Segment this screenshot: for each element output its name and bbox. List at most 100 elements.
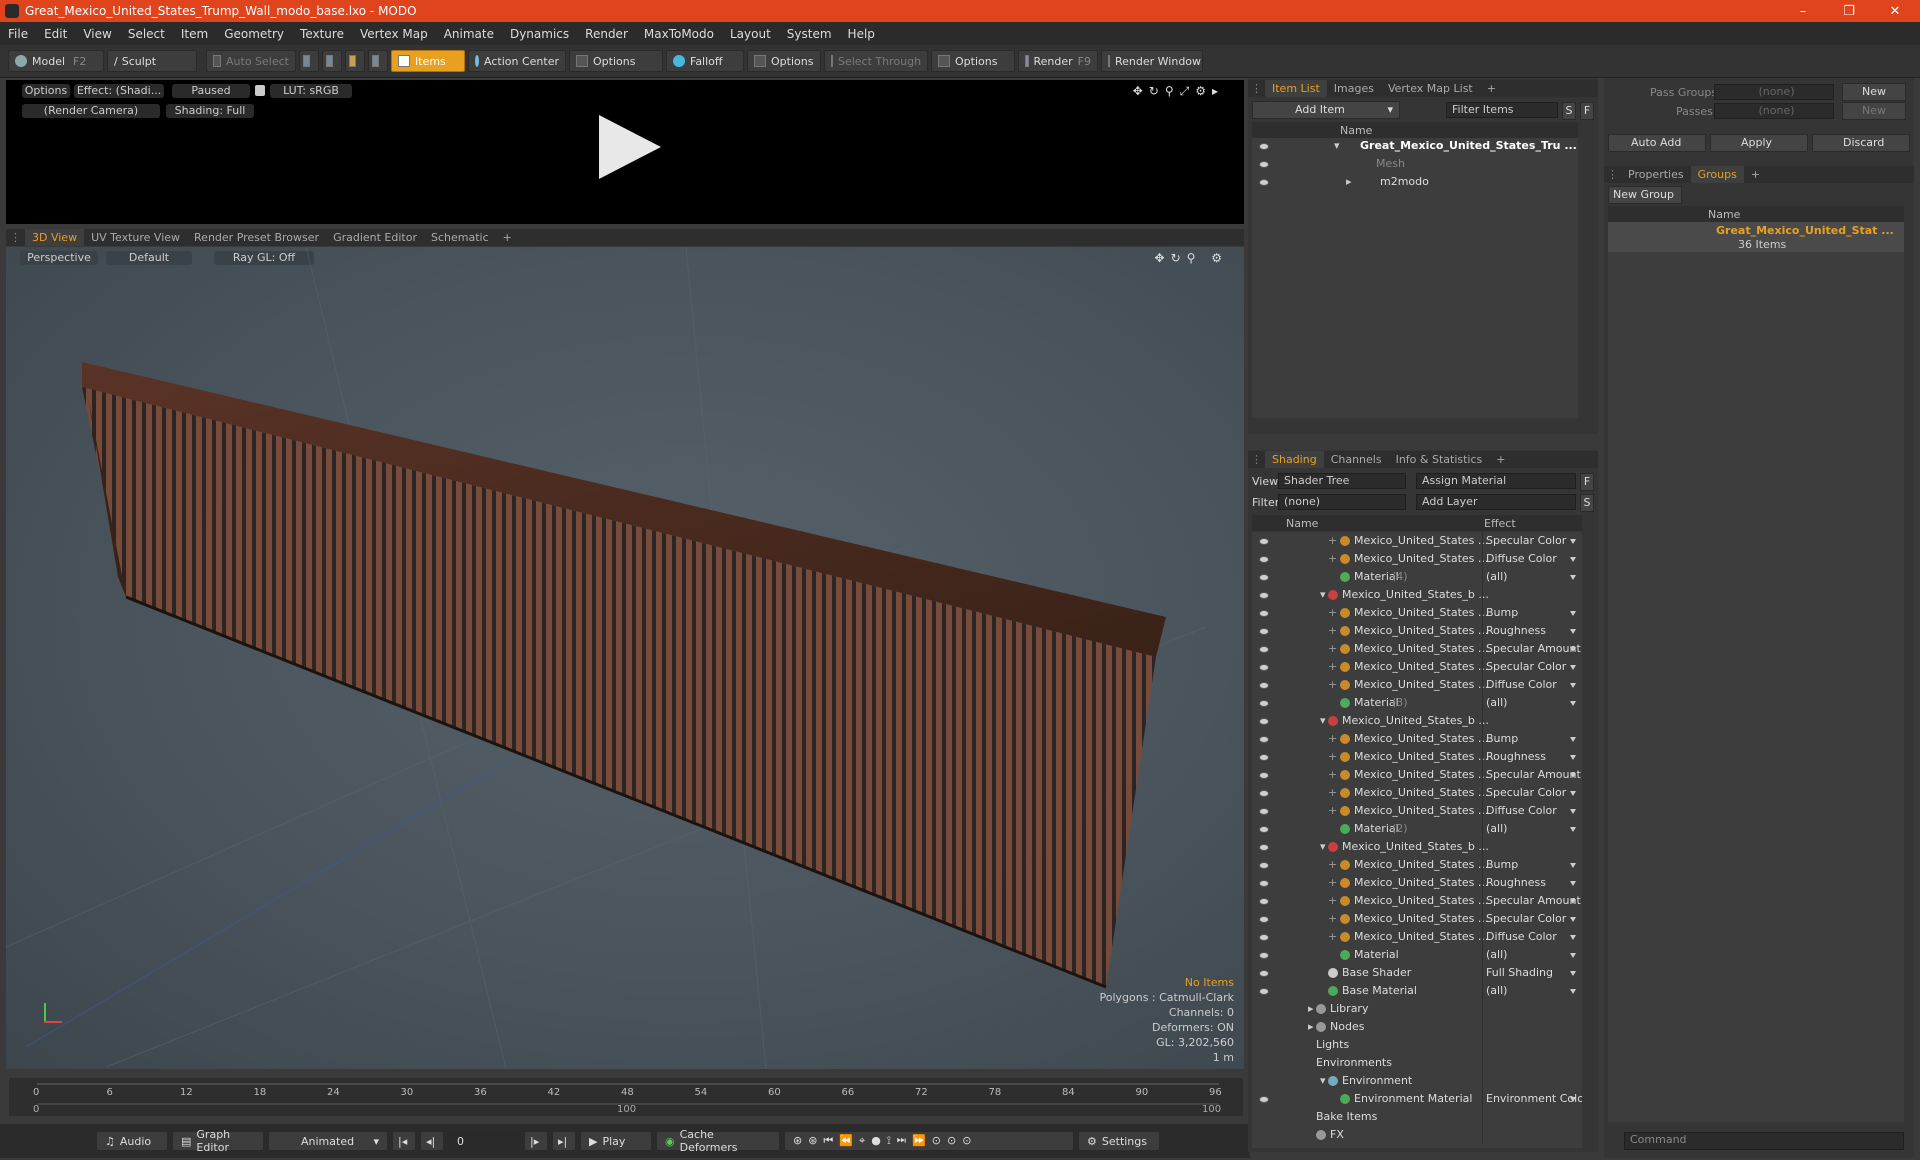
eye-icon[interactable] <box>1259 916 1269 923</box>
graph-editor-button[interactable]: ▤ Graph Editor <box>172 1128 264 1154</box>
item-mesh[interactable]: Mesh <box>1376 157 1405 170</box>
menu-render[interactable]: Render <box>577 27 636 41</box>
preview-paused-button[interactable]: Paused <box>172 84 250 98</box>
settings-button[interactable]: ⚙ Settings <box>1078 1131 1160 1151</box>
menu-dynamics[interactable]: Dynamics <box>502 27 577 41</box>
shader-tree-row[interactable]: Lights <box>1252 1036 1582 1054</box>
menu-help[interactable]: Help <box>840 27 883 41</box>
shader-tree-row[interactable]: + Mexico_United_States ... Specular Amount <box>1252 892 1582 910</box>
render-button[interactable]: Render F9 <box>1018 50 1098 72</box>
cache-deformers-button[interactable]: ◉ Cache Deformers <box>656 1128 780 1154</box>
new-group-button[interactable]: New Group <box>1608 186 1682 204</box>
menu-system[interactable]: System <box>779 27 840 41</box>
groups-list[interactable]: Great_Mexico_United_Stat ... 36 Items <box>1608 222 1904 1122</box>
shader-tree-row[interactable]: Material (all) <box>1252 946 1582 964</box>
play-icon[interactable] <box>599 115 661 179</box>
eye-icon[interactable] <box>1259 179 1269 186</box>
eye-icon[interactable] <box>1259 844 1269 851</box>
eye-icon[interactable] <box>1259 628 1269 635</box>
shader-tree-row[interactable]: Material (4) (all) <box>1252 568 1582 586</box>
chevron-down-icon[interactable] <box>1570 971 1576 976</box>
tab-vertex-map-list[interactable]: Vertex Map List <box>1381 80 1480 97</box>
chevron-down-icon[interactable] <box>1570 701 1576 706</box>
preview-camera-dropdown[interactable]: (Render Camera) <box>22 104 160 118</box>
expand-plus-icon[interactable]: + <box>1328 930 1337 943</box>
shader-tree-row[interactable]: + Mexico_United_States ... Roughness <box>1252 748 1582 766</box>
tab-uv-texture-view[interactable]: UV Texture View <box>84 229 187 246</box>
expand-arrow-icon[interactable]: ▸ <box>1308 1002 1314 1015</box>
chevron-down-icon[interactable] <box>1570 953 1576 958</box>
shader-item-effect[interactable]: Specular Color <box>1486 534 1566 547</box>
shader-tree-row[interactable]: Material (3) (all) <box>1252 694 1582 712</box>
chevron-down-icon[interactable] <box>1570 575 1576 580</box>
last-frame-button[interactable]: ▸| <box>552 1131 576 1151</box>
filter-dropdown[interactable]: (none) <box>1278 494 1406 510</box>
eye-icon[interactable] <box>1259 610 1269 617</box>
add-tab-button[interactable]: + <box>496 229 519 246</box>
eye-icon[interactable] <box>1259 862 1269 869</box>
shader-item-effect[interactable]: Roughness <box>1486 876 1546 889</box>
eye-icon[interactable] <box>1259 934 1269 941</box>
expand-plus-icon[interactable]: + <box>1328 876 1337 889</box>
shader-tree-row[interactable]: + Mexico_United_States ... Diffuse Color <box>1252 550 1582 568</box>
eye-icon[interactable] <box>1259 970 1269 977</box>
preview-effect-dropdown[interactable]: Effect: (Shadi... <box>74 84 164 98</box>
shader-tree-row[interactable]: + Mexico_United_States ... Diffuse Color <box>1252 802 1582 820</box>
shader-tree-row[interactable]: FX <box>1252 1126 1582 1144</box>
expand-arrow-icon[interactable]: ▾ <box>1320 840 1326 853</box>
eye-icon[interactable] <box>1259 808 1269 815</box>
chevron-down-icon[interactable] <box>1570 611 1576 616</box>
expand-plus-icon[interactable]: + <box>1328 750 1337 763</box>
shader-tree-row[interactable]: Material (2) (all) <box>1252 820 1582 838</box>
command-input[interactable]: Command <box>1624 1132 1904 1150</box>
shader-tree-row[interactable]: + Mexico_United_States ... Specular Amount <box>1252 640 1582 658</box>
shader-item-effect[interactable]: Roughness <box>1486 624 1546 637</box>
shader-tree-row[interactable]: ▾ Mexico_United_States_b ... <box>1252 586 1582 604</box>
eye-icon[interactable] <box>1259 826 1269 833</box>
shader-tree-row[interactable]: Environments <box>1252 1054 1582 1072</box>
new-pass-button[interactable]: New <box>1842 102 1906 120</box>
falloff-button[interactable]: Falloff <box>666 50 744 72</box>
tab-groups[interactable]: Groups <box>1690 166 1744 183</box>
shader-tree-row[interactable]: Base Material (all) <box>1252 982 1582 1000</box>
apply-button[interactable]: Apply <box>1710 134 1808 152</box>
expand-plus-icon[interactable]: + <box>1328 642 1337 655</box>
sculpt-mode-button[interactable]: / Sculpt <box>107 50 197 72</box>
shader-item-effect[interactable]: (all) <box>1486 984 1507 997</box>
eye-icon[interactable] <box>1259 646 1269 653</box>
eye-icon[interactable] <box>1259 880 1269 887</box>
group-name[interactable]: Great_Mexico_United_Stat ... <box>1716 224 1894 237</box>
expand-plus-icon[interactable]: + <box>1328 678 1337 691</box>
eye-icon[interactable] <box>1259 538 1269 545</box>
shader-tree[interactable]: + Mexico_United_States ... Specular Color +… <box>1252 532 1582 1148</box>
chevron-down-icon[interactable] <box>1570 683 1576 688</box>
shader-item-effect[interactable]: Diffuse Color <box>1486 552 1557 565</box>
discard-button[interactable]: Discard <box>1812 134 1910 152</box>
shader-item-effect[interactable]: Roughness <box>1486 750 1546 763</box>
timeline[interactable]: 0 6 12 18 24 30 36 42 48 54 60 66 72 78 84 90 96 0 100 1… <box>9 1078 1243 1116</box>
chevron-down-icon[interactable] <box>1570 773 1576 778</box>
expand-plus-icon[interactable]: + <box>1328 534 1337 547</box>
preview-lut-dropdown[interactable]: LUT: sRGB <box>270 84 352 98</box>
shading-f-button[interactable]: F <box>1580 473 1594 491</box>
tab-images[interactable]: Images <box>1327 80 1381 97</box>
shader-tree-row[interactable]: ▾ Mexico_United_States_b ... <box>1252 712 1582 730</box>
shading-s-button[interactable]: S <box>1580 494 1594 512</box>
expand-plus-icon[interactable]: + <box>1328 912 1337 925</box>
chevron-down-icon[interactable] <box>1570 917 1576 922</box>
auto-select-button[interactable]: Auto Select <box>206 50 296 72</box>
chevron-down-icon[interactable] <box>1570 755 1576 760</box>
add-tab-button[interactable]: + <box>1489 451 1512 468</box>
expand-plus-icon[interactable]: + <box>1328 732 1337 745</box>
shader-item-effect[interactable]: Bump <box>1486 606 1518 619</box>
shader-tree-row[interactable]: Base Shader Full Shading <box>1252 964 1582 982</box>
shader-tree-row[interactable]: + Mexico_United_States ... Roughness <box>1252 622 1582 640</box>
chevron-down-icon[interactable] <box>1570 629 1576 634</box>
items-mode-button[interactable]: Items <box>391 50 465 72</box>
polygons-mode-button[interactable] <box>345 50 365 72</box>
prev-frame-button[interactable]: ◂| <box>420 1131 444 1151</box>
tab-properties[interactable]: Properties <box>1621 166 1691 183</box>
shader-item-effect[interactable]: Specular Amount <box>1486 894 1581 907</box>
filter-items-input[interactable]: Filter Items <box>1446 102 1558 118</box>
expand-plus-icon[interactable]: + <box>1328 768 1337 781</box>
